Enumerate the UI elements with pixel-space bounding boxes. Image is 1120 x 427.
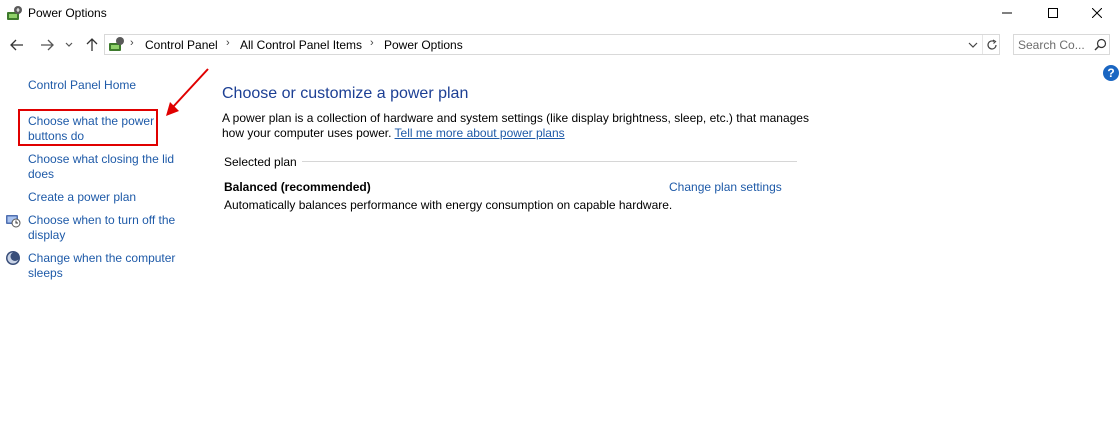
- section-divider: [302, 161, 797, 162]
- up-button[interactable]: [83, 36, 101, 54]
- annotation-highlight-box: [18, 109, 158, 146]
- learn-more-link[interactable]: Tell me more about power plans: [395, 126, 565, 140]
- title-bar: Power Options: [0, 0, 1120, 28]
- back-arrow-icon: [10, 39, 23, 51]
- search-icon[interactable]: [1094, 38, 1107, 51]
- selected-plan-label: Selected plan: [224, 155, 297, 169]
- sleep-settings-link[interactable]: Change when the computer sleeps: [28, 251, 188, 281]
- address-bar[interactable]: › Control Panel › All Control Panel Item…: [104, 34, 1000, 55]
- minimize-icon: [1002, 12, 1012, 14]
- change-plan-settings-link[interactable]: Change plan settings: [669, 180, 782, 194]
- maximize-button[interactable]: [1030, 0, 1076, 26]
- plan-description: Automatically balances performance with …: [224, 198, 673, 212]
- close-button[interactable]: [1074, 0, 1120, 26]
- help-icon[interactable]: ?: [1103, 65, 1119, 81]
- close-icon: [1092, 8, 1102, 18]
- up-arrow-icon: [86, 38, 98, 51]
- recent-locations-button[interactable]: [63, 36, 75, 54]
- forward-button[interactable]: [38, 36, 56, 54]
- address-dropdown-button[interactable]: [965, 36, 981, 53]
- chevron-down-icon: [65, 42, 73, 47]
- refresh-icon: [987, 38, 997, 50]
- plan-description-paragraph: A power plan is a collection of hardware…: [222, 111, 812, 141]
- breadcrumb-power-options[interactable]: Power Options: [384, 38, 463, 52]
- sleep-moon-icon: [5, 250, 21, 266]
- display-timer-icon: [5, 212, 21, 228]
- breadcrumb-control-panel[interactable]: Control Panel: [145, 38, 218, 52]
- control-panel-icon: [108, 36, 126, 53]
- create-power-plan-link[interactable]: Create a power plan: [28, 190, 188, 205]
- refresh-button[interactable]: [984, 36, 1000, 53]
- forward-arrow-icon: [41, 39, 54, 51]
- back-button[interactable]: [8, 36, 26, 54]
- breadcrumb-separator-icon: ›: [130, 37, 134, 49]
- breadcrumb-separator-icon: ›: [370, 37, 374, 49]
- lid-closing-link[interactable]: Choose what closing the lid does: [28, 152, 188, 182]
- search-input[interactable]: [1018, 37, 1092, 52]
- search-box[interactable]: [1013, 34, 1110, 55]
- plan-name: Balanced (recommended): [224, 180, 371, 194]
- maximize-icon: [1048, 8, 1058, 18]
- breadcrumb-all-items[interactable]: All Control Panel Items: [240, 38, 362, 52]
- breadcrumb-separator-icon: ›: [226, 37, 230, 49]
- page-title: Choose or customize a power plan: [222, 85, 469, 102]
- control-panel-home-link[interactable]: Control Panel Home: [28, 78, 136, 93]
- chevron-down-icon: [968, 42, 978, 48]
- address-divider: [982, 35, 983, 54]
- annotation-arrow-icon: [166, 68, 209, 116]
- window-title: Power Options: [28, 6, 107, 20]
- display-off-link[interactable]: Choose when to turn off the display: [28, 213, 188, 243]
- power-options-icon: [6, 5, 24, 21]
- minimize-button[interactable]: [984, 0, 1030, 26]
